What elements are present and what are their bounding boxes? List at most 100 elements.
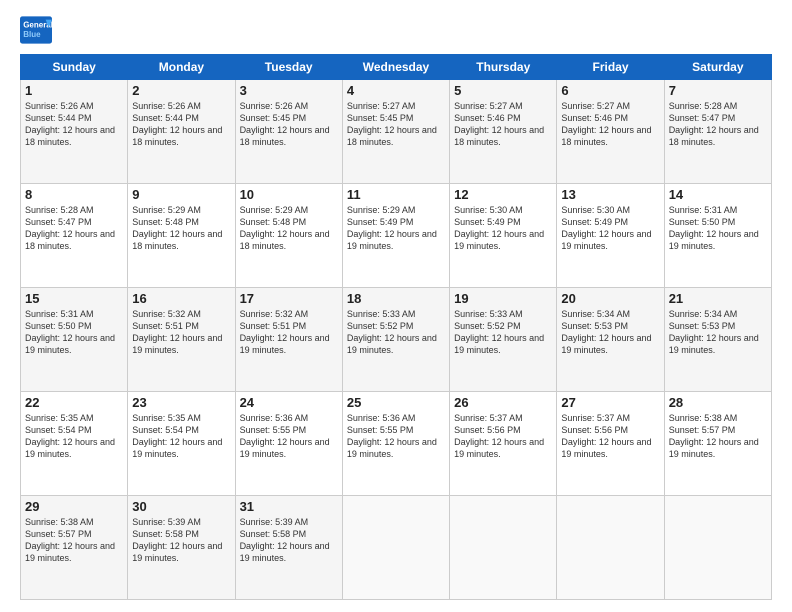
calendar-cell: 3 Sunrise: 5:26 AMSunset: 5:45 PMDaylight… bbox=[235, 80, 342, 184]
calendar-cell: 2 Sunrise: 5:26 AMSunset: 5:44 PMDaylight… bbox=[128, 80, 235, 184]
logo-icon: General Blue bbox=[20, 16, 52, 44]
header: General Blue bbox=[20, 16, 772, 44]
calendar-cell: 7 Sunrise: 5:28 AMSunset: 5:47 PMDaylight… bbox=[664, 80, 771, 184]
day-number: 31 bbox=[240, 499, 338, 514]
calendar-cell: 29 Sunrise: 5:38 AMSunset: 5:57 PMDayligh… bbox=[21, 496, 128, 600]
day-info: Sunrise: 5:32 AMSunset: 5:51 PMDaylight:… bbox=[132, 308, 230, 357]
calendar-cell: 21 Sunrise: 5:34 AMSunset: 5:53 PMDayligh… bbox=[664, 288, 771, 392]
calendar-week-row: 15Sunrise: 5:31 AMSunset: 5:50 PMDayligh… bbox=[21, 288, 772, 392]
day-number: 10 bbox=[240, 187, 338, 202]
day-number: 6 bbox=[561, 83, 659, 98]
day-info: Sunrise: 5:34 AMSunset: 5:53 PMDaylight:… bbox=[669, 308, 767, 357]
calendar-week-row: 22 Sunrise: 5:35 AMSunset: 5:54 PMDayligh… bbox=[21, 392, 772, 496]
calendar-cell: 13 Sunrise: 5:30 AMSunset: 5:49 PMDayligh… bbox=[557, 184, 664, 288]
day-number: 9 bbox=[132, 187, 230, 202]
calendar-cell: 10 Sunrise: 5:29 AMSunset: 5:48 PMDayligh… bbox=[235, 184, 342, 288]
day-number: 13 bbox=[561, 187, 659, 202]
day-number: 17 bbox=[240, 291, 338, 306]
calendar-cell: 18 Sunrise: 5:33 AMSunset: 5:52 PMDayligh… bbox=[342, 288, 449, 392]
calendar-week-row: 29 Sunrise: 5:38 AMSunset: 5:57 PMDayligh… bbox=[21, 496, 772, 600]
day-number: 7 bbox=[669, 83, 767, 98]
calendar-cell bbox=[664, 496, 771, 600]
logo: General Blue bbox=[20, 16, 56, 44]
calendar-cell bbox=[450, 496, 557, 600]
calendar-cell: 6 Sunrise: 5:27 AMSunset: 5:46 PMDaylight… bbox=[557, 80, 664, 184]
day-info: Sunrise: 5:39 AMSunset: 5:58 PMDaylight:… bbox=[240, 516, 338, 565]
day-info: Sunrise: 5:36 AMSunset: 5:55 PMDaylight:… bbox=[347, 412, 445, 461]
day-info: Sunrise: 5:33 AMSunset: 5:52 PMDaylight:… bbox=[347, 308, 445, 357]
calendar-cell: 26 Sunrise: 5:37 AMSunset: 5:56 PMDayligh… bbox=[450, 392, 557, 496]
day-info: Sunrise: 5:30 AMSunset: 5:49 PMDaylight:… bbox=[454, 204, 552, 253]
calendar-header-saturday: Saturday bbox=[664, 55, 771, 80]
day-info: Sunrise: 5:26 AMSunset: 5:45 PMDaylight:… bbox=[240, 100, 338, 149]
calendar-cell: 31 Sunrise: 5:39 AMSunset: 5:58 PMDayligh… bbox=[235, 496, 342, 600]
calendar-header-tuesday: Tuesday bbox=[235, 55, 342, 80]
calendar-cell: 30Sunrise: 5:39 AMSunset: 5:58 PMDayligh… bbox=[128, 496, 235, 600]
day-info: Sunrise: 5:28 AMSunset: 5:47 PMDaylight:… bbox=[25, 204, 123, 253]
calendar-table: SundayMondayTuesdayWednesdayThursdayFrid… bbox=[20, 54, 772, 600]
day-info: Sunrise: 5:30 AMSunset: 5:49 PMDaylight:… bbox=[561, 204, 659, 253]
calendar-header-thursday: Thursday bbox=[450, 55, 557, 80]
calendar-cell: 17 Sunrise: 5:32 AMSunset: 5:51 PMDayligh… bbox=[235, 288, 342, 392]
calendar-week-row: 1 Sunrise: 5:26 AMSunset: 5:44 PMDaylight… bbox=[21, 80, 772, 184]
day-number: 29 bbox=[25, 499, 123, 514]
day-info: Sunrise: 5:32 AMSunset: 5:51 PMDaylight:… bbox=[240, 308, 338, 357]
calendar-header-sunday: Sunday bbox=[21, 55, 128, 80]
day-number: 11 bbox=[347, 187, 445, 202]
day-info: Sunrise: 5:33 AMSunset: 5:52 PMDaylight:… bbox=[454, 308, 552, 357]
day-info: Sunrise: 5:35 AMSunset: 5:54 PMDaylight:… bbox=[132, 412, 230, 461]
day-info: Sunrise: 5:26 AMSunset: 5:44 PMDaylight:… bbox=[25, 100, 123, 149]
calendar-cell: 11 Sunrise: 5:29 AMSunset: 5:49 PMDayligh… bbox=[342, 184, 449, 288]
day-info: Sunrise: 5:29 AMSunset: 5:48 PMDaylight:… bbox=[132, 204, 230, 253]
day-number: 19 bbox=[454, 291, 552, 306]
svg-text:Blue: Blue bbox=[23, 30, 41, 39]
day-number: 18 bbox=[347, 291, 445, 306]
day-number: 21 bbox=[669, 291, 767, 306]
calendar-cell: 22 Sunrise: 5:35 AMSunset: 5:54 PMDayligh… bbox=[21, 392, 128, 496]
calendar-cell: 20Sunrise: 5:34 AMSunset: 5:53 PMDayligh… bbox=[557, 288, 664, 392]
day-number: 22 bbox=[25, 395, 123, 410]
calendar-cell: 16Sunrise: 5:32 AMSunset: 5:51 PMDayligh… bbox=[128, 288, 235, 392]
day-info: Sunrise: 5:27 AMSunset: 5:46 PMDaylight:… bbox=[561, 100, 659, 149]
calendar-cell: 14 Sunrise: 5:31 AMSunset: 5:50 PMDayligh… bbox=[664, 184, 771, 288]
day-info: Sunrise: 5:36 AMSunset: 5:55 PMDaylight:… bbox=[240, 412, 338, 461]
calendar-header-friday: Friday bbox=[557, 55, 664, 80]
calendar-cell: 9 Sunrise: 5:29 AMSunset: 5:48 PMDaylight… bbox=[128, 184, 235, 288]
calendar-cell: 24 Sunrise: 5:36 AMSunset: 5:55 PMDayligh… bbox=[235, 392, 342, 496]
day-info: Sunrise: 5:31 AMSunset: 5:50 PMDaylight:… bbox=[669, 204, 767, 253]
calendar-cell: 5 Sunrise: 5:27 AMSunset: 5:46 PMDaylight… bbox=[450, 80, 557, 184]
day-info: Sunrise: 5:39 AMSunset: 5:58 PMDaylight:… bbox=[132, 516, 230, 565]
day-number: 4 bbox=[347, 83, 445, 98]
calendar-cell: 19 Sunrise: 5:33 AMSunset: 5:52 PMDayligh… bbox=[450, 288, 557, 392]
day-info: Sunrise: 5:37 AMSunset: 5:56 PMDaylight:… bbox=[561, 412, 659, 461]
day-info: Sunrise: 5:29 AMSunset: 5:49 PMDaylight:… bbox=[347, 204, 445, 253]
day-info: Sunrise: 5:34 AMSunset: 5:53 PMDaylight:… bbox=[561, 308, 659, 357]
calendar-header-row: SundayMondayTuesdayWednesdayThursdayFrid… bbox=[21, 55, 772, 80]
page: General Blue SundayMondayTuesdayWednesda… bbox=[0, 0, 792, 612]
day-info: Sunrise: 5:38 AMSunset: 5:57 PMDaylight:… bbox=[669, 412, 767, 461]
calendar-cell: 27Sunrise: 5:37 AMSunset: 5:56 PMDayligh… bbox=[557, 392, 664, 496]
day-info: Sunrise: 5:28 AMSunset: 5:47 PMDaylight:… bbox=[669, 100, 767, 149]
calendar-cell: 28Sunrise: 5:38 AMSunset: 5:57 PMDayligh… bbox=[664, 392, 771, 496]
day-info: Sunrise: 5:31 AMSunset: 5:50 PMDaylight:… bbox=[25, 308, 123, 357]
day-info: Sunrise: 5:38 AMSunset: 5:57 PMDaylight:… bbox=[25, 516, 123, 565]
calendar-header-monday: Monday bbox=[128, 55, 235, 80]
calendar-cell: 8 Sunrise: 5:28 AMSunset: 5:47 PMDaylight… bbox=[21, 184, 128, 288]
day-number: 8 bbox=[25, 187, 123, 202]
calendar-week-row: 8 Sunrise: 5:28 AMSunset: 5:47 PMDaylight… bbox=[21, 184, 772, 288]
day-number: 2 bbox=[132, 83, 230, 98]
day-info: Sunrise: 5:27 AMSunset: 5:45 PMDaylight:… bbox=[347, 100, 445, 149]
day-info: Sunrise: 5:26 AMSunset: 5:44 PMDaylight:… bbox=[132, 100, 230, 149]
day-info: Sunrise: 5:35 AMSunset: 5:54 PMDaylight:… bbox=[25, 412, 123, 461]
day-number: 24 bbox=[240, 395, 338, 410]
calendar-cell: 23Sunrise: 5:35 AMSunset: 5:54 PMDayligh… bbox=[128, 392, 235, 496]
day-info: Sunrise: 5:29 AMSunset: 5:48 PMDaylight:… bbox=[240, 204, 338, 253]
day-info: Sunrise: 5:37 AMSunset: 5:56 PMDaylight:… bbox=[454, 412, 552, 461]
day-number: 5 bbox=[454, 83, 552, 98]
day-info: Sunrise: 5:27 AMSunset: 5:46 PMDaylight:… bbox=[454, 100, 552, 149]
calendar-cell: 4 Sunrise: 5:27 AMSunset: 5:45 PMDaylight… bbox=[342, 80, 449, 184]
day-number: 3 bbox=[240, 83, 338, 98]
day-number: 14 bbox=[669, 187, 767, 202]
day-number: 1 bbox=[25, 83, 123, 98]
day-number: 26 bbox=[454, 395, 552, 410]
